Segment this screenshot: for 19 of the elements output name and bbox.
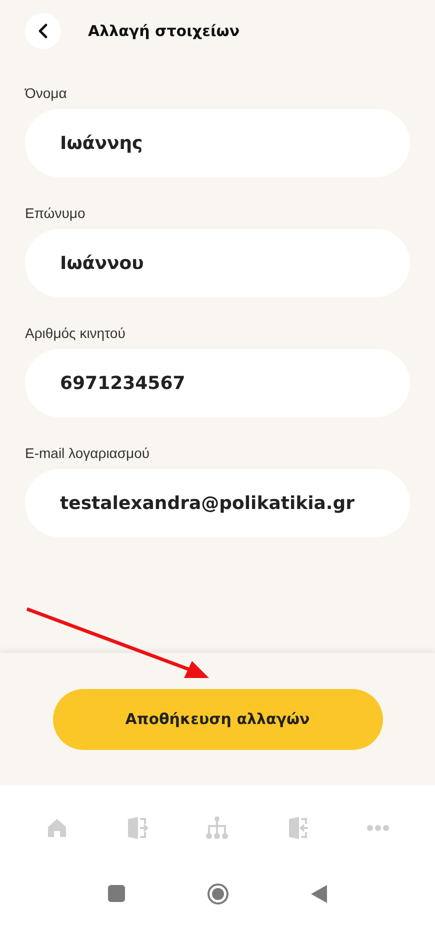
back-nav-icon[interactable] [311,884,327,902]
input-field[interactable]: 6971234567 [25,349,410,417]
recents-icon[interactable] [108,885,125,902]
input-field[interactable]: testalexandra@polikatikia.gr [25,469,410,537]
field-label: Αριθμός κινητού [25,325,126,341]
home-icon[interactable] [46,816,68,838]
field-label: E-mail λογαριασμού [25,445,150,461]
field-label: Επώνυμο [25,205,86,221]
back-icon [36,23,50,39]
more-icon[interactable] [366,824,389,830]
home-button-icon[interactable] [207,882,229,904]
input-field[interactable]: Ιωάννης [25,109,410,177]
back-button[interactable] [25,13,61,49]
page-title: Αλλαγή στοιχείων [88,22,240,40]
door-arrow-icon[interactable] [286,816,310,840]
field-label: Όνομα [25,85,67,101]
hierarchy-icon[interactable] [205,816,230,840]
save-button[interactable]: Αποθήκευση αλλαγών [52,688,382,750]
input-field[interactable]: Ιωάννου [25,229,410,297]
